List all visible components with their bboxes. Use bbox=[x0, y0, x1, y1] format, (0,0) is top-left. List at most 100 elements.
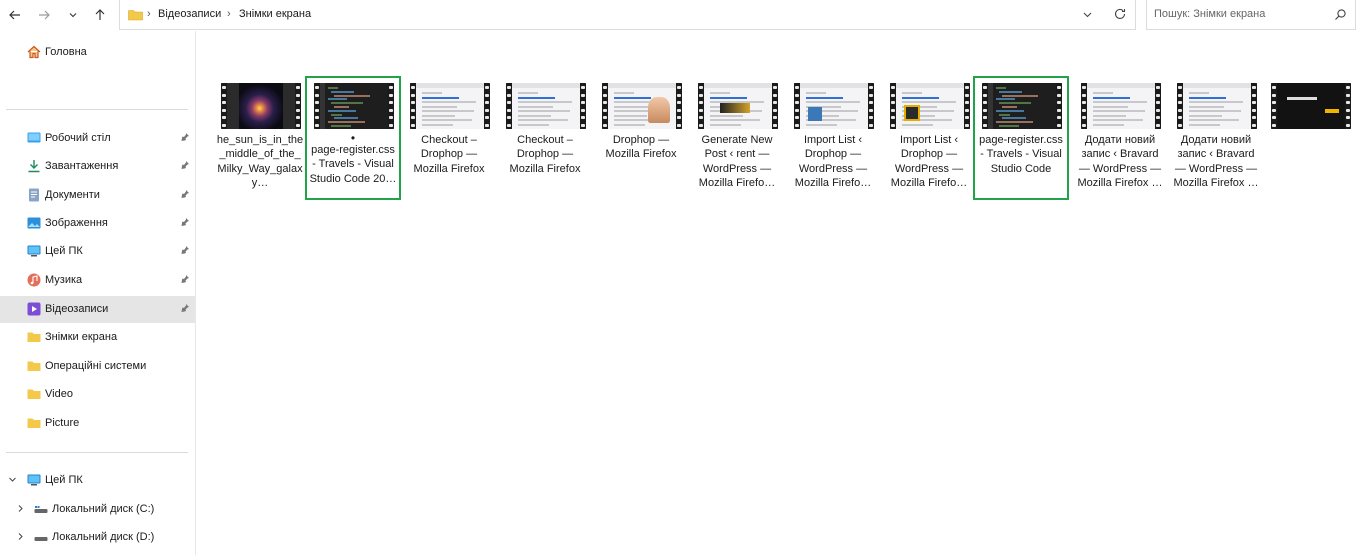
file-item[interactable]: page-register.css - Travels - Visual Stu… bbox=[973, 76, 1069, 200]
recent-locations-button[interactable] bbox=[62, 5, 84, 25]
file-item[interactable]: • page-register.css - Travels - Visual St… bbox=[305, 76, 401, 200]
breadcrumb-screenshots[interactable]: Знімки екрана bbox=[239, 8, 311, 20]
folder-icon bbox=[27, 332, 41, 342]
file-item[interactable]: Додати новий запис ‹ Bravard — WordPress… bbox=[1168, 76, 1264, 200]
arrow-right-icon bbox=[39, 10, 50, 20]
arrow-left-icon bbox=[9, 10, 20, 20]
sidebar-item-desktop[interactable]: Робочий стіл bbox=[0, 125, 195, 152]
pin-icon[interactable] bbox=[180, 274, 190, 284]
divider bbox=[6, 109, 188, 110]
address-history-chevron-icon[interactable] bbox=[1082, 9, 1093, 20]
file-item[interactable]: Додати новий запис ‹ Bravard — WordPress… bbox=[1072, 76, 1168, 200]
video-thumbnail bbox=[1081, 83, 1161, 129]
sidebar-item-label: Відеозаписи bbox=[45, 303, 109, 315]
pin-icon[interactable] bbox=[180, 160, 190, 170]
pin-icon[interactable] bbox=[180, 303, 190, 313]
file-item[interactable]: Checkout – Drophop — Mozilla Firefox bbox=[497, 76, 593, 200]
film-strip-edge bbox=[964, 83, 970, 129]
film-strip-edge bbox=[1345, 83, 1351, 129]
pin-icon[interactable] bbox=[180, 132, 190, 142]
file-item[interactable] bbox=[1262, 76, 1358, 200]
file-item[interactable]: Generate New Post ‹ rent — WordPress — M… bbox=[689, 76, 785, 200]
tree-item-this-pc[interactable]: Цей ПК bbox=[0, 467, 195, 494]
file-name-text: Drophop — Mozilla Firefox bbox=[605, 134, 677, 161]
chevron-down-icon[interactable] bbox=[8, 475, 17, 484]
video-thumbnail bbox=[314, 83, 394, 129]
sidebar-item-pictures[interactable]: Зображення bbox=[0, 210, 195, 237]
sidebar-item-music[interactable]: Музика bbox=[0, 267, 195, 294]
video-frame-preview bbox=[608, 83, 676, 129]
file-name: Checkout – Drophop — Mozilla Firefox bbox=[501, 133, 589, 176]
file-item[interactable]: Drophop — Mozilla Firefox bbox=[593, 76, 689, 200]
drive-icon bbox=[34, 537, 48, 541]
sidebar-item-downloads[interactable]: Завантаження bbox=[0, 153, 195, 180]
sidebar-item-documents[interactable]: Документи bbox=[0, 182, 195, 209]
sidebar-item-label: Знімки екрана bbox=[45, 331, 118, 343]
pin-icon[interactable] bbox=[180, 245, 190, 255]
download-icon bbox=[28, 160, 40, 173]
video-thumbnail bbox=[890, 83, 970, 129]
sidebar-item-screenshots[interactable]: Знімки екрана bbox=[0, 324, 195, 351]
video-frame-preview bbox=[416, 83, 484, 129]
file-name: Checkout – Drophop — Mozilla Firefox bbox=[405, 133, 493, 176]
sidebar-item-picture[interactable]: Picture bbox=[0, 410, 195, 437]
sidebar-item-label: Робочий стіл bbox=[45, 132, 111, 144]
video-frame-preview bbox=[896, 83, 964, 129]
video-thumbnail bbox=[410, 83, 490, 129]
film-strip-edge bbox=[580, 83, 586, 129]
sidebar-item-operating-systems[interactable]: Операційні системи bbox=[0, 353, 195, 380]
search-box[interactable]: Пошук: Знімки екрана bbox=[1146, 0, 1356, 30]
sidebar-item-label: Завантаження bbox=[45, 160, 119, 172]
film-strip-edge bbox=[676, 83, 682, 129]
video-thumbnail bbox=[794, 83, 874, 129]
video-thumbnail bbox=[221, 83, 301, 129]
this-pc-icon bbox=[27, 474, 41, 486]
up-button[interactable] bbox=[89, 5, 111, 25]
tree-item-label: Цей ПК bbox=[45, 474, 83, 486]
pin-icon[interactable] bbox=[180, 217, 190, 227]
file-name-text: Checkout – Drophop — Mozilla Firefox bbox=[413, 134, 485, 175]
film-strip-edge bbox=[484, 83, 490, 129]
file-name: Додати новий запис ‹ Bravard — WordPress… bbox=[1172, 133, 1260, 190]
chevron-right-icon[interactable] bbox=[16, 504, 25, 513]
file-name: Drophop — Mozilla Firefox bbox=[597, 133, 685, 162]
search-placeholder: Пошук: Знімки екрана bbox=[1154, 8, 1266, 20]
file-item[interactable]: Checkout – Drophop — Mozilla Firefox bbox=[401, 76, 497, 200]
file-name: Import List ‹ Drophop — WordPress — Mozi… bbox=[789, 133, 877, 190]
sidebar-item-label: Picture bbox=[45, 417, 80, 429]
video-thumbnail bbox=[602, 83, 682, 129]
chevron-right-icon[interactable] bbox=[16, 532, 25, 541]
video-thumbnail bbox=[1177, 83, 1257, 129]
film-strip-edge bbox=[1251, 83, 1257, 129]
forward-button[interactable] bbox=[33, 5, 55, 25]
file-name-text: Додати новий запис ‹ Bravard — WordPress… bbox=[1077, 134, 1163, 189]
breadcrumb-separator: › bbox=[147, 8, 151, 20]
refresh-icon[interactable] bbox=[1113, 7, 1127, 21]
film-strip-edge bbox=[1155, 83, 1161, 129]
sidebar-item-videos[interactable]: Відеозаписи bbox=[0, 296, 195, 323]
video-frame-preview bbox=[1087, 83, 1155, 129]
address-bar[interactable]: › Відеозаписи › Знімки екрана bbox=[119, 0, 1136, 30]
tree-item-label: Локальний диск (C:) bbox=[52, 503, 155, 515]
sidebar-item-label: Операційні системи bbox=[45, 360, 147, 372]
sidebar-item-label: Музика bbox=[45, 274, 83, 286]
sidebar-item-this-pc[interactable]: Цей ПК bbox=[0, 238, 195, 265]
back-button[interactable] bbox=[4, 5, 26, 25]
tree-item-drive-c[interactable]: Локальний диск (C:) bbox=[0, 496, 195, 523]
video-frame-preview bbox=[704, 83, 772, 129]
breadcrumb-videos[interactable]: Відеозаписи bbox=[158, 8, 221, 20]
file-item[interactable]: Import List ‹ Drophop — WordPress — Mozi… bbox=[785, 76, 881, 200]
video-frame-preview bbox=[320, 83, 388, 129]
sidebar-item-home[interactable]: Головна bbox=[0, 39, 195, 66]
pin-icon[interactable] bbox=[180, 189, 190, 199]
divider bbox=[6, 452, 188, 453]
sidebar-item-video[interactable]: Video bbox=[0, 381, 195, 408]
file-name-text: Generate New Post ‹ rent — WordPress — M… bbox=[698, 134, 776, 189]
video-frame-preview bbox=[1183, 83, 1251, 129]
tree-item-drive-d[interactable]: Локальний диск (D:) bbox=[0, 524, 195, 551]
video-frame-preview bbox=[512, 83, 580, 129]
video-thumbnail bbox=[1271, 83, 1351, 129]
file-item[interactable]: he_sun_is_in_the_middle_of_the_Milky_Way… bbox=[212, 76, 308, 200]
file-item[interactable]: Import List ‹ Drophop — WordPress — Mozi… bbox=[881, 76, 977, 200]
music-icon bbox=[27, 273, 41, 287]
